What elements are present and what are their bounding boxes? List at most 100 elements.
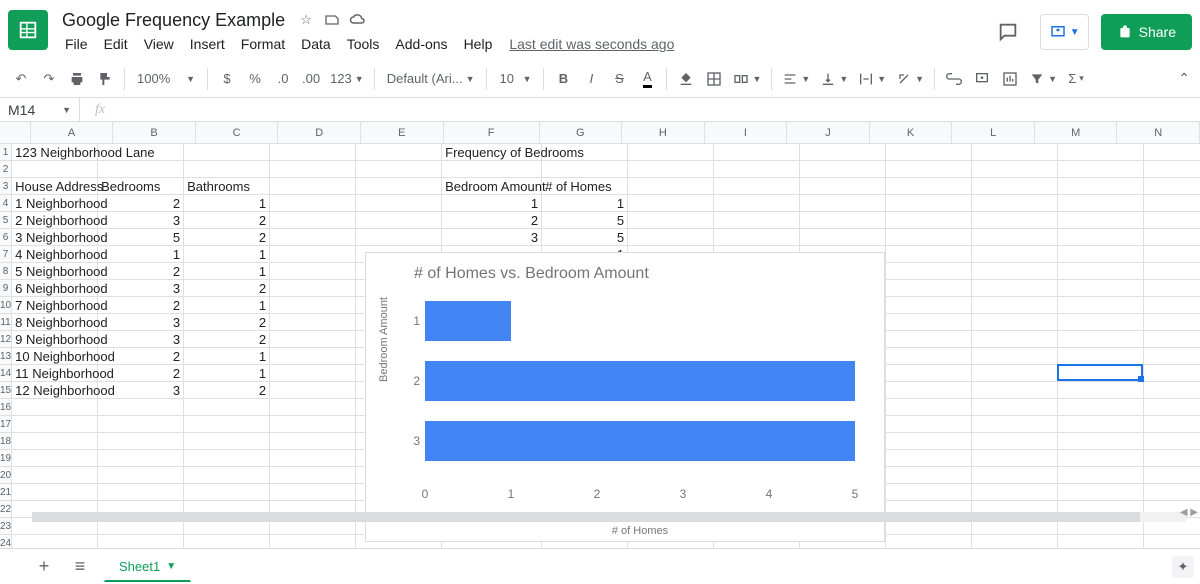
cell-C20[interactable] [184, 467, 270, 484]
row-header-18[interactable]: 18 [0, 433, 11, 450]
comment-button[interactable] [969, 66, 995, 92]
cell-K11[interactable] [886, 314, 972, 331]
cell-A1[interactable]: 123 Neighborhood Lane [12, 144, 98, 161]
cell-J2[interactable] [800, 161, 886, 178]
cell-N1[interactable] [1144, 144, 1200, 161]
cell-N4[interactable] [1144, 195, 1200, 212]
cell-A9[interactable]: 6 Neighborhood [12, 280, 98, 297]
cell-E5[interactable] [356, 212, 442, 229]
cell-N6[interactable] [1144, 229, 1200, 246]
cell-L9[interactable] [972, 280, 1058, 297]
cell-G3[interactable]: # of Homes [542, 178, 628, 195]
row-header-3[interactable]: 3 [0, 178, 11, 195]
cell-B11[interactable]: 3 [98, 314, 184, 331]
cell-C7[interactable]: 1 [184, 246, 270, 263]
cell-G2[interactable] [542, 161, 628, 178]
cell-N12[interactable] [1144, 331, 1200, 348]
cell-M14[interactable] [1058, 365, 1144, 382]
cell-D21[interactable] [270, 484, 356, 501]
menu-file[interactable]: File [58, 32, 95, 56]
cell-B19[interactable] [98, 450, 184, 467]
cell-M11[interactable] [1058, 314, 1144, 331]
cell-A4[interactable]: 1 Neighborhood [12, 195, 98, 212]
explore-button[interactable]: ✦ [1172, 556, 1194, 578]
cell-D15[interactable] [270, 382, 356, 399]
cell-D13[interactable] [270, 348, 356, 365]
row-header-8[interactable]: 8 [0, 263, 11, 280]
menu-data[interactable]: Data [294, 32, 338, 56]
merge-button[interactable]: ▼ [729, 66, 765, 92]
cell-M20[interactable] [1058, 467, 1144, 484]
cell-N7[interactable] [1144, 246, 1200, 263]
last-edit-link[interactable]: Last edit was seconds ago [509, 36, 674, 52]
formula-input[interactable] [120, 98, 1200, 121]
cell-K18[interactable] [886, 433, 972, 450]
cell-L6[interactable] [972, 229, 1058, 246]
add-sheet-button[interactable]: + [32, 556, 56, 577]
row-header-10[interactable]: 10 [0, 297, 11, 314]
cell-A10[interactable]: 7 Neighborhood [12, 297, 98, 314]
cell-C18[interactable] [184, 433, 270, 450]
col-header-G[interactable]: G [540, 122, 623, 143]
row-header-19[interactable]: 19 [0, 450, 11, 467]
row-header-4[interactable]: 4 [0, 195, 11, 212]
cell-N8[interactable] [1144, 263, 1200, 280]
embedded-chart[interactable]: # of Homes vs. Bedroom Amount Bedroom Am… [365, 252, 885, 542]
cell-C3[interactable]: Bathrooms [184, 178, 270, 195]
col-header-M[interactable]: M [1035, 122, 1118, 143]
cell-L18[interactable] [972, 433, 1058, 450]
col-header-H[interactable]: H [622, 122, 705, 143]
row-header-12[interactable]: 12 [0, 331, 11, 348]
cell-N11[interactable] [1144, 314, 1200, 331]
cell-A2[interactable] [12, 161, 98, 178]
cell-B21[interactable] [98, 484, 184, 501]
cell-J3[interactable] [800, 178, 886, 195]
col-header-L[interactable]: L [952, 122, 1035, 143]
cell-A18[interactable] [12, 433, 98, 450]
cell-A6[interactable]: 3 Neighborhood [12, 229, 98, 246]
cell-C12[interactable]: 2 [184, 331, 270, 348]
cell-M12[interactable] [1058, 331, 1144, 348]
cell-N3[interactable] [1144, 178, 1200, 195]
cell-M16[interactable] [1058, 399, 1144, 416]
col-header-A[interactable]: A [31, 122, 114, 143]
cell-J5[interactable] [800, 212, 886, 229]
cell-M2[interactable] [1058, 161, 1144, 178]
cell-B4[interactable]: 2 [98, 195, 184, 212]
col-header-F[interactable]: F [444, 122, 540, 143]
sheet-tab[interactable]: Sheet1▼ [104, 552, 191, 582]
cell-G1[interactable] [542, 144, 628, 161]
cell-D6[interactable] [270, 229, 356, 246]
cell-C9[interactable]: 2 [184, 280, 270, 297]
cell-L15[interactable] [972, 382, 1058, 399]
undo-button[interactable]: ↶ [8, 66, 34, 92]
row-header-21[interactable]: 21 [0, 484, 11, 501]
cell-D17[interactable] [270, 416, 356, 433]
cell-N19[interactable] [1144, 450, 1200, 467]
borders-button[interactable] [701, 66, 727, 92]
menu-view[interactable]: View [137, 32, 181, 56]
cell-K14[interactable] [886, 365, 972, 382]
cell-F5[interactable]: 2 [442, 212, 542, 229]
cell-M13[interactable] [1058, 348, 1144, 365]
cell-A15[interactable]: 12 Neighborhood [12, 382, 98, 399]
cell-D8[interactable] [270, 263, 356, 280]
cell-A16[interactable] [12, 399, 98, 416]
cell-M1[interactable] [1058, 144, 1144, 161]
col-header-I[interactable]: I [705, 122, 788, 143]
cell-B17[interactable] [98, 416, 184, 433]
cell-N14[interactable] [1144, 365, 1200, 382]
cell-C1[interactable] [184, 144, 270, 161]
cell-K19[interactable] [886, 450, 972, 467]
row-header-1[interactable]: 1 [0, 144, 11, 161]
cell-K9[interactable] [886, 280, 972, 297]
cell-E3[interactable] [356, 178, 442, 195]
cell-M21[interactable] [1058, 484, 1144, 501]
cell-K3[interactable] [886, 178, 972, 195]
cell-M10[interactable] [1058, 297, 1144, 314]
row-header-11[interactable]: 11 [0, 314, 11, 331]
paint-format-button[interactable] [92, 66, 118, 92]
menu-tools[interactable]: Tools [340, 32, 387, 56]
menu-format[interactable]: Format [234, 32, 292, 56]
cell-K21[interactable] [886, 484, 972, 501]
